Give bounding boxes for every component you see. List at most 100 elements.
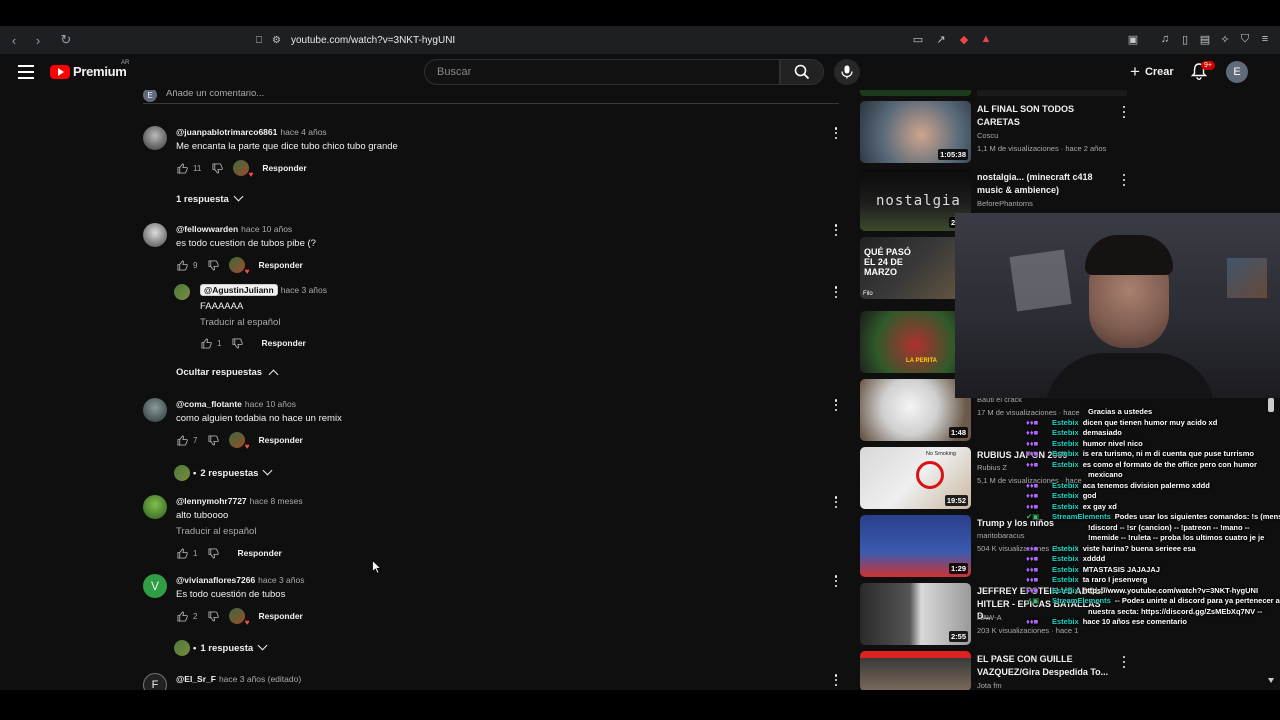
more-actions-icon[interactable] bbox=[1120, 106, 1128, 118]
dislike-icon[interactable] bbox=[231, 337, 243, 349]
avatar[interactable] bbox=[143, 495, 167, 519]
comment-author[interactable]: @coma_flotante bbox=[176, 399, 242, 409]
avatar[interactable]: V bbox=[143, 574, 167, 598]
channel-name[interactable]: BeforePhantoms bbox=[977, 199, 1033, 208]
comment-menu-icon[interactable] bbox=[831, 223, 841, 237]
reload-icon[interactable]: ↻ bbox=[56, 30, 76, 50]
comment-time[interactable]: hace 3 años bbox=[258, 575, 304, 585]
create-button[interactable]: + Crear bbox=[1120, 60, 1184, 84]
dislike-icon[interactable] bbox=[207, 610, 219, 622]
translate-link[interactable]: Traducir al español bbox=[176, 526, 256, 537]
thumbnail[interactable]: No Smoking 19:52 bbox=[860, 447, 971, 509]
comment-time[interactable]: hace 8 meses bbox=[250, 496, 303, 506]
address-bar[interactable]: ⎕ ⚙ youtube.com/watch?v=3NKT-hygUNI bbox=[256, 30, 996, 50]
comment-menu-icon[interactable] bbox=[831, 398, 841, 412]
comment-author[interactable]: @fellowwarden bbox=[176, 224, 238, 234]
screen-icon[interactable]: ▭ bbox=[910, 31, 926, 47]
avatar[interactable] bbox=[174, 284, 190, 300]
scrollbar-thumb[interactable] bbox=[1268, 398, 1274, 412]
video-title[interactable]: AL FINAL SON TODOS CARETAS bbox=[977, 103, 1117, 128]
like-icon[interactable] bbox=[176, 162, 188, 174]
channel-name[interactable]: Rubius Z bbox=[977, 463, 1007, 472]
hide-replies-button[interactable]: Ocultar respuestas bbox=[176, 367, 279, 380]
comment-author[interactable]: @juanpablotrimarco6861 bbox=[176, 127, 277, 137]
menu-icon[interactable]: ≡ bbox=[1257, 31, 1273, 47]
alert-icon[interactable]: ▲ bbox=[978, 31, 994, 47]
comment-author[interactable]: @El_Sr_F bbox=[176, 674, 216, 684]
search-button[interactable] bbox=[780, 59, 824, 85]
comment-time[interactable]: hace 4 años bbox=[280, 127, 326, 137]
thumbnail[interactable]: 1:05:38 bbox=[860, 101, 971, 163]
music-icon[interactable]: ♫ bbox=[1157, 31, 1173, 47]
view-replies-button[interactable]: 1 respuesta bbox=[176, 191, 244, 205]
thumbnail[interactable]: 1:29 bbox=[860, 515, 971, 577]
dislike-icon[interactable] bbox=[207, 259, 219, 271]
comment-time[interactable]: hace 10 años bbox=[241, 224, 292, 234]
comment-time[interactable]: hace 3 años (editado) bbox=[219, 674, 301, 684]
forward-icon[interactable]: › bbox=[28, 30, 48, 50]
like-icon[interactable] bbox=[200, 337, 212, 349]
thumbnail[interactable] bbox=[860, 651, 971, 690]
channel-name[interactable]: maritobaracus bbox=[977, 531, 1025, 540]
reply-button[interactable]: Responder bbox=[237, 548, 281, 558]
wallet-icon[interactable]: ▤ bbox=[1197, 31, 1213, 47]
like-icon[interactable] bbox=[176, 610, 188, 622]
recommendation-item[interactable]: 1:05:38 AL FINAL SON TODOS CARETAS Coscu… bbox=[860, 101, 1280, 163]
comment-author[interactable]: @vivianaflores7266 bbox=[176, 575, 255, 585]
reply-button[interactable]: Responder bbox=[258, 435, 302, 445]
comment-time[interactable]: hace 3 años bbox=[281, 285, 327, 295]
youtube-logo[interactable]: Premium AR bbox=[50, 60, 129, 79]
avatar[interactable]: F bbox=[143, 673, 167, 690]
thumbnail[interactable] bbox=[860, 90, 971, 96]
shield-icon[interactable]: ◆ bbox=[956, 31, 972, 47]
ai-icon[interactable]: ✧ bbox=[1217, 31, 1233, 47]
back-icon[interactable]: ‹ bbox=[4, 30, 24, 50]
avatar[interactable] bbox=[143, 126, 167, 150]
sidebar-icon[interactable]: ▯ bbox=[1177, 31, 1193, 47]
tabs-icon[interactable]: ▣ bbox=[1125, 31, 1141, 47]
reply-button[interactable]: Responder bbox=[261, 338, 305, 348]
add-comment-box[interactable]: E Añade un comentario... bbox=[143, 90, 839, 104]
comment-author[interactable]: @AgustinJuliann bbox=[200, 284, 278, 296]
avatar[interactable] bbox=[143, 223, 167, 247]
bookmark-icon[interactable]: ⎕ bbox=[256, 35, 262, 46]
reply-button[interactable]: Responder bbox=[258, 260, 302, 270]
dislike-icon[interactable] bbox=[207, 434, 219, 446]
more-actions-icon[interactable] bbox=[1120, 174, 1128, 186]
comment-author[interactable]: @lennymohr7727 bbox=[176, 496, 247, 506]
channel-name[interactable]: Jota fm bbox=[977, 681, 1002, 690]
hamburger-menu-icon[interactable] bbox=[18, 65, 34, 79]
channel-name[interactable]: RAW-A bbox=[977, 613, 1002, 622]
like-icon[interactable] bbox=[176, 434, 188, 446]
view-replies-button[interactable]: • 1 respuesta bbox=[174, 640, 268, 656]
user-avatar[interactable]: E bbox=[1226, 61, 1248, 83]
site-info-icon[interactable]: ⚙ bbox=[272, 35, 281, 46]
dislike-icon[interactable] bbox=[211, 162, 223, 174]
comment-menu-icon[interactable] bbox=[831, 495, 841, 509]
dislike-icon[interactable] bbox=[207, 547, 219, 559]
comment-menu-icon[interactable] bbox=[831, 285, 841, 299]
more-actions-icon[interactable] bbox=[1120, 656, 1128, 668]
channel-name[interactable]: Coscu bbox=[977, 131, 998, 140]
vpn-icon[interactable]: ⛉ bbox=[1237, 31, 1253, 47]
video-title[interactable]: nostalgia... (minecraft c418 music & amb… bbox=[977, 171, 1117, 196]
comment-menu-icon[interactable] bbox=[831, 126, 841, 140]
view-replies-button[interactable]: • 2 respuestas bbox=[174, 465, 273, 481]
like-icon[interactable] bbox=[176, 547, 188, 559]
recommendation-item[interactable]: EL PASE CON GUILLE VAZQUEZ/Gira Despedid… bbox=[860, 651, 1280, 690]
comment-menu-icon[interactable] bbox=[831, 574, 841, 588]
search-box[interactable] bbox=[424, 59, 780, 85]
scroll-down-icon[interactable] bbox=[1268, 678, 1274, 683]
like-icon[interactable] bbox=[176, 259, 188, 271]
reply-button[interactable]: Responder bbox=[258, 611, 302, 621]
voice-search-button[interactable] bbox=[834, 59, 860, 85]
comment-time[interactable]: hace 10 años bbox=[245, 399, 296, 409]
thumbnail[interactable]: 2:55 bbox=[860, 583, 971, 645]
search-input[interactable] bbox=[425, 60, 779, 84]
translate-link[interactable]: Traducir al español bbox=[200, 317, 280, 328]
avatar[interactable] bbox=[143, 398, 167, 422]
share-icon[interactable]: ↗ bbox=[933, 31, 949, 47]
reply-button[interactable]: Responder bbox=[262, 163, 306, 173]
video-title[interactable]: EL PASE CON GUILLE VAZQUEZ/Gira Despedid… bbox=[977, 653, 1117, 678]
comment-menu-icon[interactable] bbox=[831, 673, 841, 687]
